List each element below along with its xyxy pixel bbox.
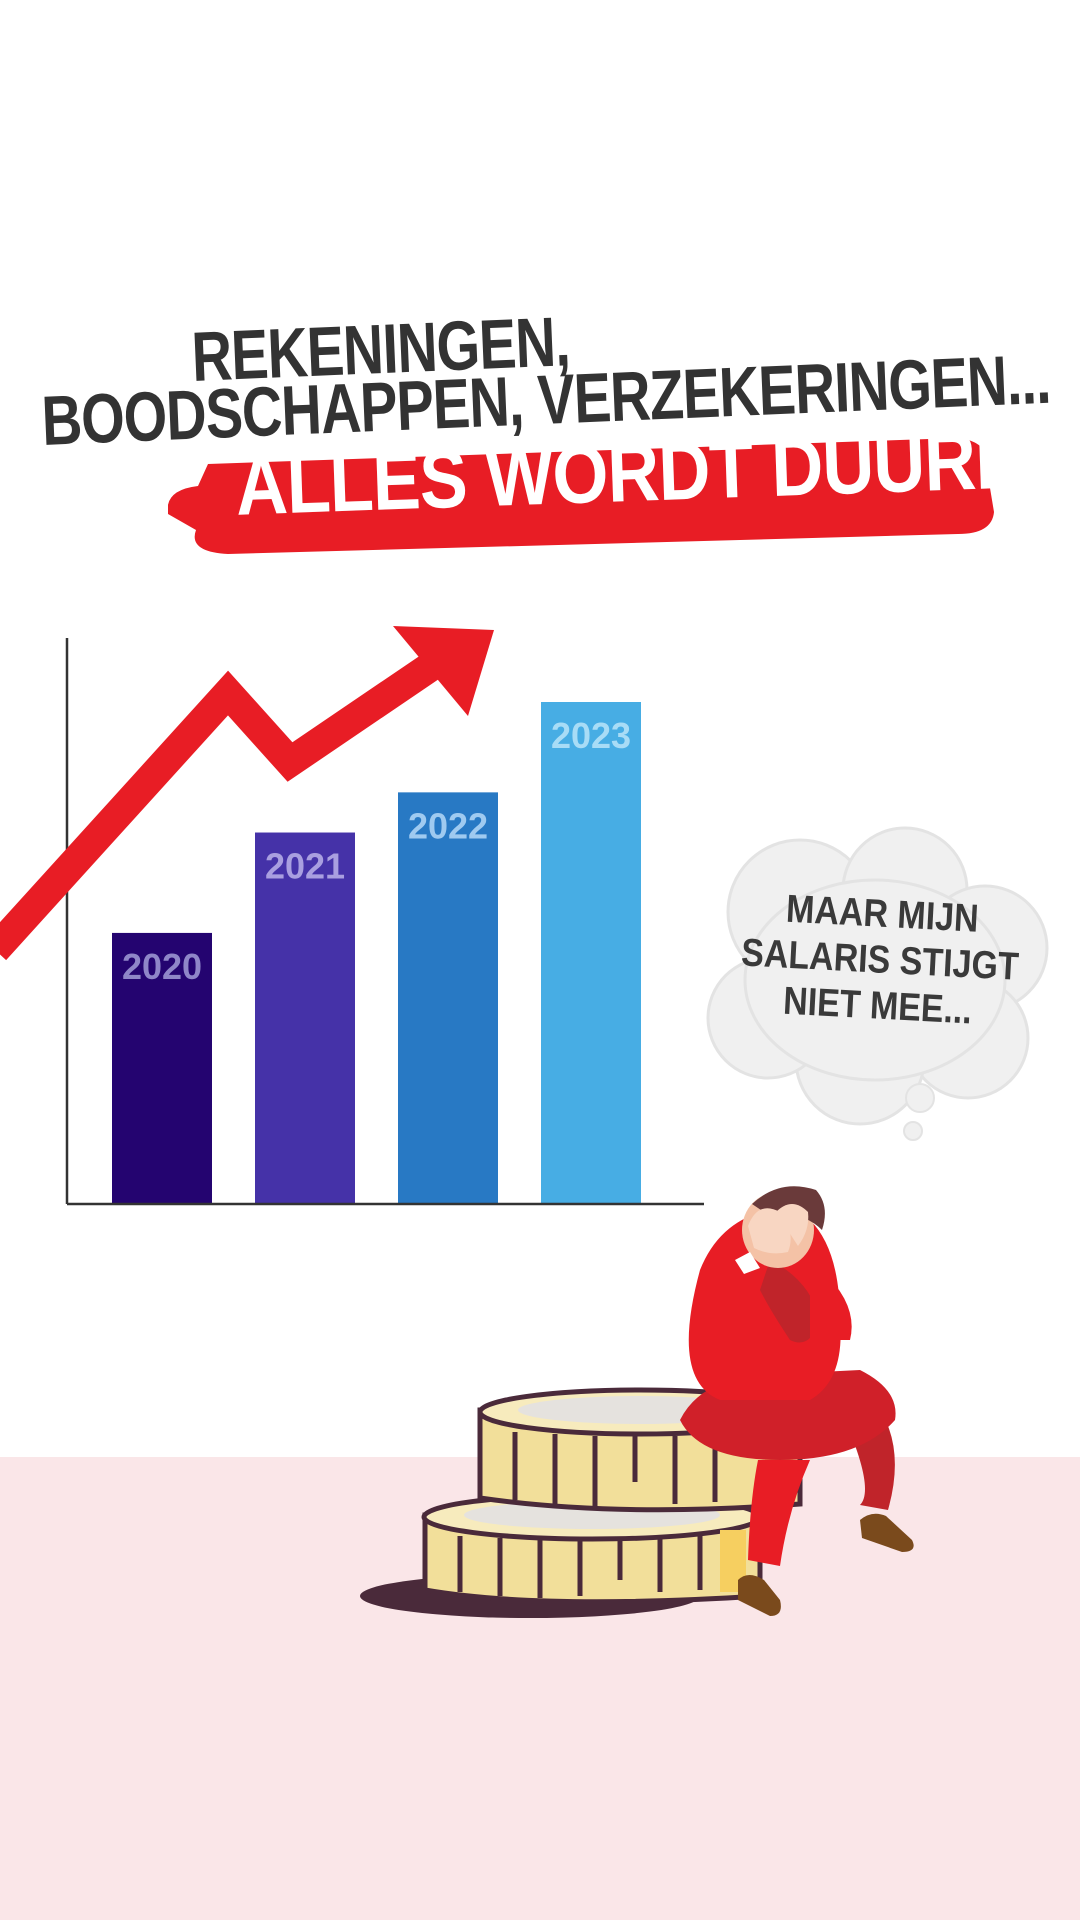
thought-text: MAAR MIJN SALARIS STIJGT NIET MEE...	[697, 882, 1064, 1039]
bar-chart: 2020 2021 2022 2023	[0, 626, 704, 1206]
bar-2022	[398, 792, 498, 1204]
bar-label-2020: 2020	[122, 946, 202, 987]
bar-label-2023: 2023	[551, 715, 631, 756]
bar-2023	[541, 702, 641, 1204]
bar-label-2021: 2021	[265, 846, 345, 887]
bar-2021	[255, 832, 355, 1204]
headline: REKENINGEN, BOODSCHAPPEN, VERZEKERINGEN.…	[0, 300, 1080, 560]
bar-label-2022: 2022	[408, 805, 488, 846]
headline-banner: ALLES WORDT DUURDER	[168, 410, 1080, 554]
thought-bubble: MAAR MIJN SALARIS STIJGT NIET MEE...	[700, 820, 1060, 1150]
scene-illustration	[360, 1186, 914, 1618]
